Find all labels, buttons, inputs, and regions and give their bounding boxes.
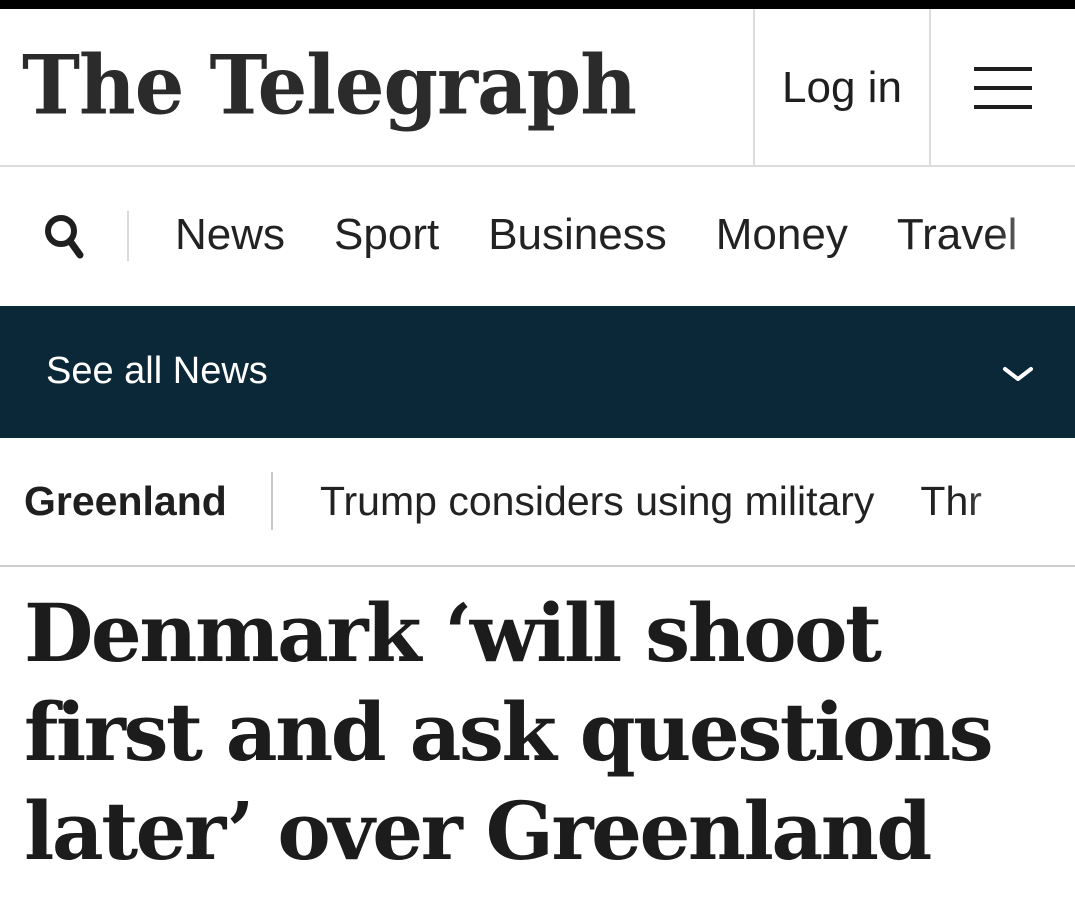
nav-item-news[interactable]: News [175, 205, 285, 265]
nav-fade [995, 167, 1075, 306]
nav-item-sport[interactable]: Sport [334, 205, 439, 265]
top-rule [0, 0, 1075, 9]
hamburger-menu-icon [974, 66, 1032, 109]
topic-link[interactable]: Trump considers using military [320, 474, 874, 528]
nav-items: News Sport Business Money Travel [175, 205, 1066, 265]
search-icon [45, 215, 84, 259]
telegraph-logo[interactable]: The Telegraph [22, 33, 637, 138]
login-label: Log in [782, 62, 902, 112]
topic-strip: Greenland Trump considers using military… [0, 438, 1075, 567]
chevron-down-icon [1003, 367, 1033, 381]
see-all-news-label: See all News [46, 350, 268, 392]
topic-divider [271, 472, 273, 530]
nav-item-money[interactable]: Money [716, 205, 848, 265]
main-nav: News Sport Business Money Travel [0, 167, 1075, 306]
nav-divider [127, 211, 129, 261]
topic-fade [965, 438, 1075, 565]
topic-links: Trump considers using military Thr [320, 474, 1028, 528]
topic-tag[interactable]: Greenland [24, 474, 227, 528]
login-button[interactable]: Log in [753, 9, 931, 166]
article-headline: Denmark ‘will shoot first and ask questi… [24, 586, 994, 878]
search-button[interactable] [40, 211, 88, 263]
see-all-news-bar[interactable]: See all News [0, 306, 1075, 438]
site-header: The Telegraph Log in [0, 9, 1075, 167]
nav-item-business[interactable]: Business [488, 205, 667, 265]
menu-button[interactable] [931, 9, 1075, 166]
